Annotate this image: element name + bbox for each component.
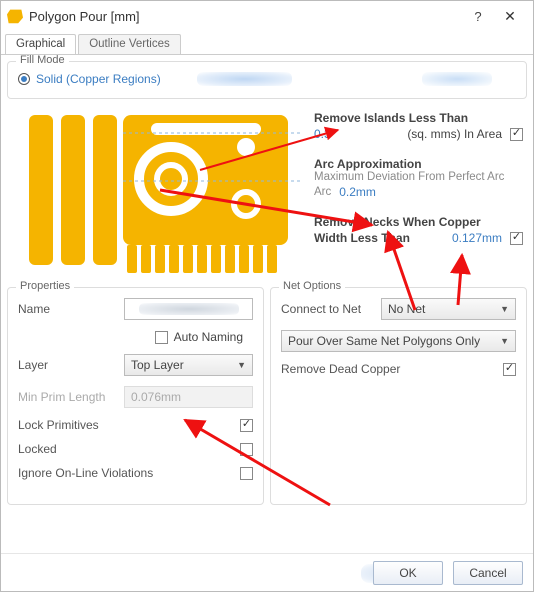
- arc-approx-title: Arc Approximation: [314, 157, 523, 171]
- chevron-down-icon: ▼: [500, 336, 509, 346]
- name-input[interactable]: [124, 298, 253, 320]
- ignore-violations-checkbox[interactable]: [240, 467, 253, 480]
- lower-columns: Properties Name Auto Naming Layer: [7, 287, 527, 511]
- remove-necks-value[interactable]: 0.127mm: [452, 231, 502, 245]
- radio-solid-icon[interactable]: [18, 73, 30, 85]
- connect-to-net-select[interactable]: No Net ▼: [381, 298, 516, 320]
- pour-rule-select[interactable]: Pour Over Same Net Polygons Only ▼: [281, 330, 516, 352]
- remove-islands-value[interactable]: 0.3: [314, 127, 331, 141]
- footer: OK Cancel: [1, 553, 533, 591]
- layer-label: Layer: [18, 358, 116, 372]
- tabs: Graphical Outline Vertices: [1, 31, 533, 55]
- fill-mode-row: Solid (Copper Regions): [18, 72, 516, 86]
- fill-mode-option-blurred-1[interactable]: [197, 72, 292, 86]
- layer-select[interactable]: Top Layer ▼: [124, 354, 253, 376]
- polygon-illustration-svg: [11, 109, 306, 279]
- properties-section: Properties Name Auto Naming Layer: [7, 287, 264, 505]
- remove-necks-title-1: Remove Necks When Copper: [314, 215, 523, 229]
- layer-select-value: Top Layer: [131, 358, 184, 372]
- tab-graphical[interactable]: Graphical: [5, 34, 76, 54]
- tab-outline-vertices[interactable]: Outline Vertices: [78, 34, 181, 54]
- window: Polygon Pour [mm] ? ✕ Graphical Outline …: [0, 0, 534, 592]
- lock-primitives-checkbox[interactable]: [240, 419, 253, 432]
- locked-checkbox[interactable]: [240, 443, 253, 456]
- remove-necks-checkbox[interactable]: [510, 232, 523, 245]
- remove-dead-copper-checkbox[interactable]: [503, 363, 516, 376]
- remove-dead-copper-label: Remove Dead Copper: [281, 362, 400, 376]
- auto-naming-label: Auto Naming: [174, 330, 243, 344]
- locked-label: Locked: [18, 442, 57, 456]
- remove-islands-group: Remove Islands Less Than 0.3 (sq. mms) I…: [314, 111, 523, 141]
- window-title: Polygon Pour [mm]: [29, 9, 463, 24]
- radio-solid-label[interactable]: Solid (Copper Regions): [36, 72, 161, 86]
- remove-islands-suffix: (sq. mms) In Area: [407, 127, 502, 141]
- net-options-section: Net Options Connect to Net No Net ▼ Pour…: [270, 287, 527, 505]
- name-label: Name: [18, 302, 116, 316]
- arc-approx-value[interactable]: 0.2mm: [339, 185, 376, 199]
- dialog-body: Fill Mode Solid (Copper Regions): [1, 55, 533, 553]
- auto-naming-row[interactable]: Auto Naming: [155, 330, 243, 344]
- fill-mode-option-blurred-2[interactable]: [422, 72, 492, 86]
- properties-title: Properties: [16, 280, 74, 292]
- titlebar[interactable]: Polygon Pour [mm] ? ✕: [1, 1, 533, 31]
- fill-mode-section: Fill Mode Solid (Copper Regions): [7, 61, 527, 99]
- mid-row: Remove Islands Less Than 0.3 (sq. mms) I…: [7, 105, 527, 287]
- auto-naming-checkbox[interactable]: [155, 331, 168, 344]
- chevron-down-icon: ▼: [500, 304, 509, 314]
- connect-to-net-value: No Net: [388, 302, 425, 316]
- close-button[interactable]: ✕: [493, 8, 527, 25]
- ignore-violations-label: Ignore On-Line Violations: [18, 466, 153, 480]
- connect-to-net-label: Connect to Net: [281, 302, 373, 316]
- pour-rule-value: Pour Over Same Net Polygons Only: [288, 334, 480, 348]
- lock-primitives-label: Lock Primitives: [18, 418, 99, 432]
- polygon-illustration: [11, 109, 306, 279]
- min-prim-length-input: 0.076mm: [124, 386, 253, 408]
- remove-islands-checkbox[interactable]: [510, 128, 523, 141]
- remove-islands-title: Remove Islands Less Than: [314, 111, 523, 125]
- help-button[interactable]: ?: [463, 9, 493, 24]
- cancel-button[interactable]: Cancel: [453, 561, 523, 585]
- arc-approx-group: Arc Approximation Maximum Deviation From…: [314, 157, 523, 199]
- app-icon: [7, 8, 23, 24]
- min-prim-length-label: Min Prim Length: [18, 390, 116, 404]
- ok-button[interactable]: OK: [373, 561, 443, 585]
- remove-necks-title-2: Width Less Than: [314, 231, 410, 245]
- params-column: Remove Islands Less Than 0.3 (sq. mms) I…: [314, 109, 523, 279]
- net-options-title: Net Options: [279, 280, 345, 292]
- chevron-down-icon: ▼: [237, 360, 246, 370]
- arc-approx-subtext: Maximum Deviation From Perfect Arc: [314, 171, 523, 183]
- remove-necks-group: Remove Necks When Copper Width Less Than…: [314, 215, 523, 245]
- fill-mode-title: Fill Mode: [16, 55, 69, 66]
